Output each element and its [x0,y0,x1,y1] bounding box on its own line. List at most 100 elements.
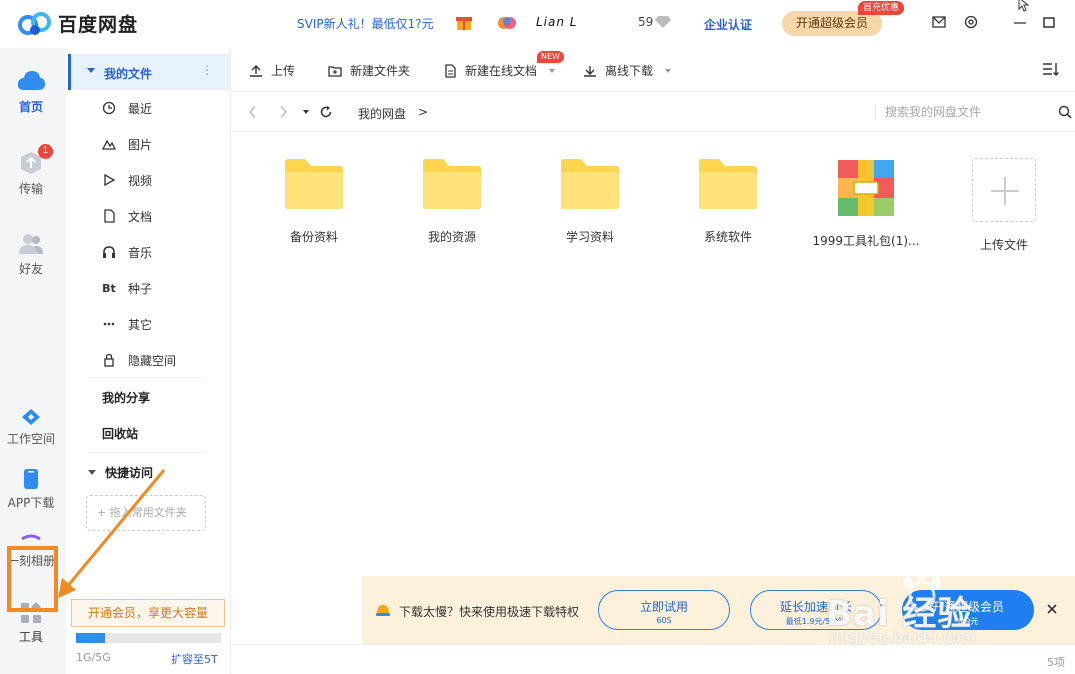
lock-icon [104,353,114,367]
storage-quota-fill [76,633,105,643]
maximize-icon[interactable] [1041,14,1057,30]
file-grid: 备份资料 我的资源 学习资料 系统软件 1999工具礼包(1)... 上传文件 [231,132,1075,642]
member-upgrade-button[interactable]: 开通会员，享更大容量 [71,599,225,627]
toolbar: 上传 新建文件夹 新建在线文档 NEW 离线下载 [231,48,1075,92]
cloud-icon [17,71,45,90]
gift-icon[interactable] [455,13,473,31]
archive-icon [838,160,894,216]
rail-item-workspace[interactable]: 工作空间 [0,408,62,447]
sidebar-item-others[interactable]: 其它 [102,314,152,334]
app-logo[interactable]: 百度网盘 [18,10,138,37]
folder-icon [423,159,481,209]
friends-icon [19,234,43,254]
folder-icon [699,159,757,209]
sidebar-item-documents[interactable]: 文档 [102,206,152,226]
dropdown-caret-icon[interactable] [549,68,556,73]
sidebar-item-videos[interactable]: 视频 [102,170,152,190]
sort-icon[interactable] [1042,60,1060,78]
title-bar: 百度网盘 SVIP新人礼！最低仅1?元 Lian L 59 企业认证 开通超级会… [0,0,1075,48]
enterprise-auth-link[interactable]: 企业认证 [704,16,752,33]
sidebar-my-files[interactable]: 我的文件 ⋮ [68,54,232,90]
minimize-icon[interactable] [1012,14,1028,30]
album-icon [21,534,41,541]
upload-button[interactable]: 上传 [249,62,295,79]
file-item-folder[interactable]: 我的资源 [385,158,519,245]
history-dropdown-icon[interactable] [299,105,313,119]
download-icon [584,65,596,77]
dropdown-caret-icon[interactable] [665,68,672,73]
workspace-icon [22,409,40,425]
navigation-bar: 我的网盘 > [231,92,1075,132]
offline-download-button[interactable]: 离线下载 [583,62,672,79]
file-item-folder[interactable]: 系统软件 [661,158,795,245]
tools-highlight-box [7,546,58,612]
upload-icon [250,64,262,77]
more-vertical-icon[interactable]: ⋮ [201,63,213,77]
search-icon[interactable] [1058,105,1072,119]
rail-item-transfer[interactable]: 1 传输 [0,144,62,197]
sidebar-item-music[interactable]: 音乐 [102,242,152,262]
expand-storage-link[interactable]: 扩容至5T [171,651,218,667]
sidebar-recycle-bin[interactable]: 回收站 [102,425,138,442]
new-badge: NEW [537,51,564,63]
settings-icon[interactable] [963,14,979,30]
banner-text: 下载太慢？快来使用极速下载特权 [399,605,580,619]
sidebar-item-recent[interactable]: 最近 [102,98,152,118]
transfer-count-badge: 1 [38,144,53,159]
phone-icon [24,469,38,489]
file-item-folder[interactable]: 学习资料 [523,158,657,245]
upload-file-tile[interactable]: 上传文件 [937,158,1071,253]
sidebar-quick-access[interactable]: 快捷访问 [88,464,153,481]
try-now-button[interactable]: 立即试用 60S [598,590,730,630]
storage-quota-bar [76,633,221,643]
rail-item-app-download[interactable]: APP下载 [0,468,62,511]
new-online-doc-button[interactable]: 新建在线文档 [443,62,556,79]
sidebar-item-torrents[interactable]: Bt 种子 [102,278,152,298]
sidebar: 我的文件 ⋮ 最近 图片 视频 文档 音乐 Bt 种子 其它 隐藏空间 我的分享… [66,48,232,674]
image-icon [102,139,116,150]
document-icon [104,209,115,223]
clock-icon [102,101,116,115]
folder-icon [285,159,343,209]
online-doc-icon [445,63,456,78]
sidebar-item-hidden-space[interactable]: 隐藏空间 [102,350,176,370]
folder-icon [561,159,619,209]
item-count: 5项 [1047,656,1065,669]
mouse-cursor-icon [1018,0,1030,12]
mail-icon[interactable] [931,14,947,30]
file-item-folder[interactable]: 备份资料 [247,158,381,245]
rail-item-home[interactable]: 首页 [0,68,62,115]
refresh-icon[interactable] [319,105,333,119]
svip-promo-link[interactable]: SVIP新人礼！最低仅1?元 [297,15,434,32]
search-divider [875,104,876,120]
plus-icon [972,158,1036,222]
rail-item-friends[interactable]: 好友 [0,232,62,277]
caret-down-icon [87,68,95,73]
headphones-icon [103,246,115,258]
username[interactable]: Lian L [536,15,577,29]
forward-arrow-icon[interactable] [276,105,290,119]
storage-quota-text: 1G/5G [76,651,111,664]
sidebar-divider [88,377,206,378]
status-bar: 5项 [231,644,1075,674]
breadcrumb-separator: > [418,105,429,119]
diamond-icon[interactable] [654,15,672,29]
play-icon [104,173,116,187]
new-folder-icon [328,65,342,77]
new-folder-button[interactable]: 新建文件夹 [328,62,410,79]
sidebar-divider [88,452,206,453]
more-icon [103,322,115,326]
back-arrow-icon[interactable] [246,105,260,119]
close-icon[interactable] [1045,602,1059,616]
breadcrumb-my-netdisk[interactable]: 我的网盘 [358,105,406,122]
sidebar-my-share[interactable]: 我的分享 [102,389,150,406]
user-avatar[interactable] [497,13,517,33]
search-input[interactable] [885,102,1055,122]
bt-icon: Bt [102,281,116,295]
watermark-brand: Bai 经验 [826,594,973,634]
sidebar-item-images[interactable]: 图片 [102,134,152,154]
file-item-archive[interactable]: 1999工具礼包(1)... [799,160,933,249]
first-recharge-badge: 首充优惠 [858,1,905,15]
quick-access-drop-zone[interactable]: + 拖入常用文件夹 [86,495,206,531]
app-title: 百度网盘 [58,14,139,36]
